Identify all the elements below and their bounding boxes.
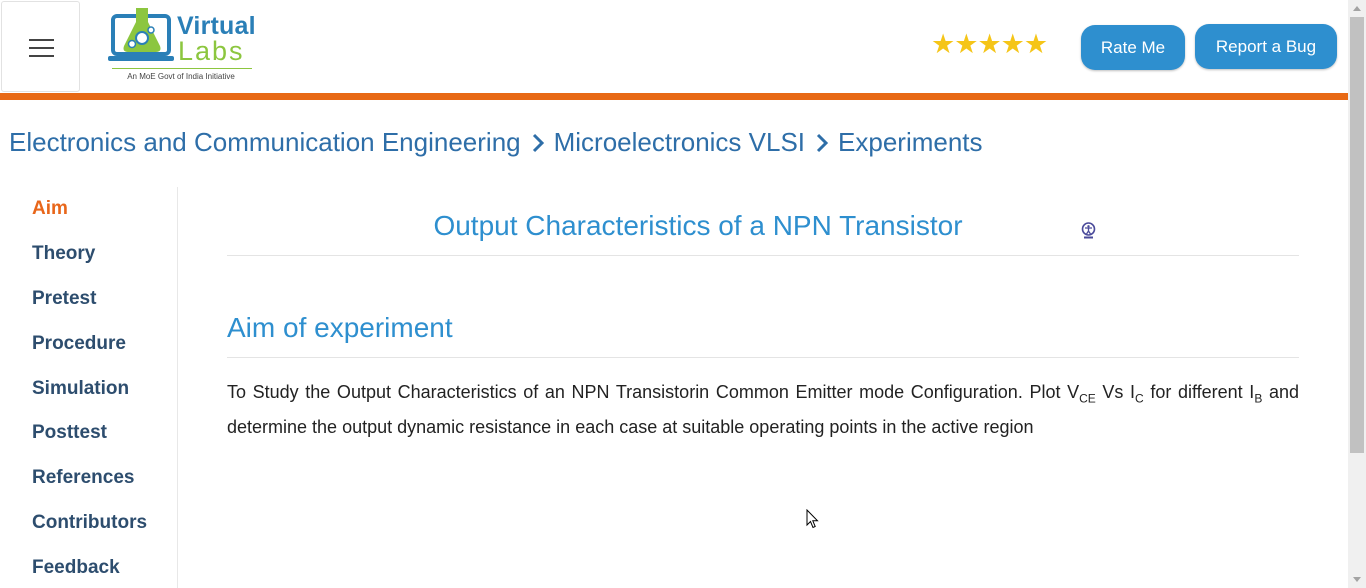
breadcrumb-item-ece[interactable]: Electronics and Communication Engineerin… bbox=[9, 127, 521, 158]
logo-tagline: An MoE Govt of India Initiative bbox=[127, 72, 235, 81]
hamburger-menu-icon bbox=[29, 39, 54, 41]
sidebar-item-posttest[interactable]: Posttest bbox=[32, 422, 107, 444]
chevron-right-icon bbox=[531, 133, 545, 153]
accessibility-icon[interactable] bbox=[1081, 222, 1096, 239]
star-icon[interactable]: ★ bbox=[954, 31, 978, 59]
star-icon[interactable]: ★ bbox=[931, 31, 955, 59]
section-divider bbox=[227, 357, 1299, 358]
sidebar-item-contributors[interactable]: Contributors bbox=[32, 512, 147, 534]
report-bug-button[interactable]: Report a Bug bbox=[1195, 24, 1337, 69]
scroll-down-arrow-icon[interactable] bbox=[1348, 571, 1366, 588]
chevron-right-icon bbox=[815, 133, 829, 153]
header: Virtual Labs An MoE Govt of India Initia… bbox=[0, 0, 1348, 93]
aim-text-part: To Study the Output Characteristics of a… bbox=[227, 382, 1080, 402]
breadcrumb-item-experiments[interactable]: Experiments bbox=[838, 127, 983, 158]
sidebar-item-procedure[interactable]: Procedure bbox=[32, 333, 126, 355]
aim-subscript: C bbox=[1135, 391, 1144, 406]
star-icon[interactable]: ★ bbox=[977, 31, 1001, 59]
experiment-title: Output Characteristics of a NPN Transist… bbox=[433, 210, 963, 241]
page: Virtual Labs An MoE Govt of India Initia… bbox=[0, 0, 1348, 588]
sidebar-item-simulation[interactable]: Simulation bbox=[32, 378, 129, 400]
rate-me-button[interactable]: Rate Me bbox=[1081, 25, 1185, 70]
logo-divider bbox=[112, 68, 252, 69]
header-accent-bar bbox=[0, 93, 1348, 100]
breadcrumb-item-vlsi[interactable]: Microelectronics VLSI bbox=[554, 127, 805, 158]
menu-button[interactable] bbox=[1, 1, 80, 92]
scrollbar-thumb[interactable] bbox=[1350, 17, 1364, 453]
flask-laptop-icon bbox=[108, 8, 174, 61]
scroll-up-arrow-icon[interactable] bbox=[1348, 0, 1366, 17]
sidebar-item-feedback[interactable]: Feedback bbox=[32, 557, 120, 579]
hamburger-menu-icon-bar bbox=[29, 55, 54, 57]
breadcrumb: Electronics and Communication Engineerin… bbox=[9, 127, 983, 158]
virtual-labs-logo[interactable]: Virtual Labs An MoE Govt of India Initia… bbox=[108, 6, 280, 88]
title-divider bbox=[227, 255, 1299, 256]
hamburger-menu-icon-bar bbox=[29, 47, 54, 49]
mouse-pointer-icon bbox=[806, 509, 819, 529]
sidebar-item-references[interactable]: References bbox=[32, 467, 134, 489]
sidebar-item-pretest[interactable]: Pretest bbox=[32, 288, 96, 310]
aim-subscript: CE bbox=[1079, 391, 1096, 406]
sidebar-nav: Aim Theory Pretest Procedure Simulation … bbox=[0, 187, 178, 588]
section-title-aim: Aim of experiment bbox=[227, 312, 453, 343]
sidebar-item-theory[interactable]: Theory bbox=[32, 243, 95, 265]
star-rating[interactable]: ★ ★ ★ ★ ★ bbox=[931, 31, 1048, 59]
star-icon[interactable]: ★ bbox=[1001, 31, 1025, 59]
vertical-scrollbar[interactable] bbox=[1348, 0, 1366, 588]
aim-text-part: Vs I bbox=[1095, 382, 1136, 402]
aim-text-part: for different I bbox=[1143, 382, 1255, 402]
logo-text-labs: Labs bbox=[178, 36, 245, 66]
star-icon[interactable]: ★ bbox=[1024, 31, 1048, 59]
sidebar-item-aim[interactable]: Aim bbox=[32, 198, 68, 220]
aim-paragraph: To Study the Output Characteristics of a… bbox=[227, 378, 1299, 441]
